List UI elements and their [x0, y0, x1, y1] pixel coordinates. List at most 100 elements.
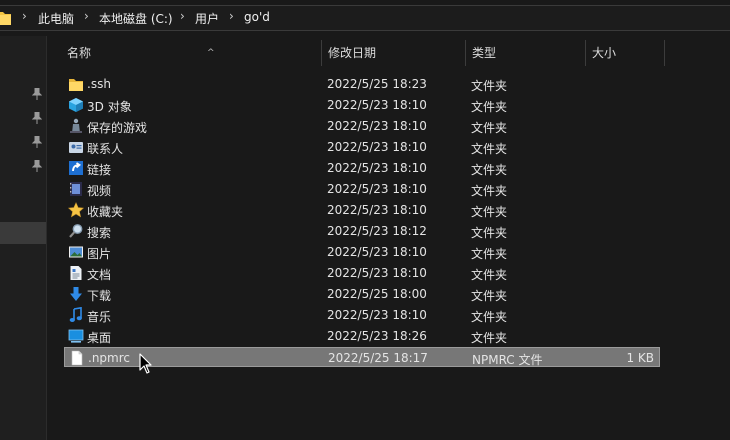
column-divider[interactable]	[321, 40, 322, 66]
pin-icon[interactable]	[32, 160, 42, 172]
desktop-icon	[68, 329, 84, 343]
file-name: 图片	[87, 247, 112, 261]
pictures-icon	[69, 246, 83, 258]
column-size-label: 大小	[592, 46, 617, 60]
file-row[interactable]: 联系人 2022/5/23 18:10 文件夹	[64, 137, 660, 157]
folder-icon	[0, 12, 11, 25]
documents-icon	[70, 266, 82, 280]
file-name: 音乐	[87, 310, 112, 324]
pin-icon[interactable]	[32, 136, 42, 148]
file-type: 文件夹	[471, 79, 508, 93]
breadcrumb-users[interactable]: 用户	[195, 10, 219, 27]
file-name: .ssh	[87, 77, 111, 91]
folder-icon	[69, 79, 83, 91]
file-type: 文件夹	[471, 163, 508, 177]
file-modified-date: 2022/5/23 18:10	[327, 140, 427, 154]
file-type: 文件夹	[471, 289, 508, 303]
file-name: 保存的游戏	[87, 121, 148, 135]
breadcrumb-current-folder[interactable]: go'd	[244, 10, 270, 24]
file-row[interactable]: 链接 2022/5/23 18:10 文件夹	[64, 158, 660, 178]
file-modified-date: 2022/5/23 18:10	[327, 119, 427, 133]
file-type: 文件夹	[471, 100, 508, 114]
file-name: 链接	[87, 163, 112, 177]
file-type: 文件夹	[471, 268, 508, 282]
3d-objects-icon	[69, 98, 83, 112]
column-header-modified[interactable]: 修改日期	[328, 40, 465, 66]
pin-icon[interactable]	[32, 88, 42, 100]
saved-games-icon	[70, 118, 82, 133]
file-row[interactable]: 图片 2022/5/23 18:10 文件夹	[64, 242, 660, 262]
file-modified-date: 2022/5/25 18:17	[328, 351, 428, 365]
column-modified-label: 修改日期	[328, 46, 377, 60]
breadcrumb-separator: ›	[180, 9, 185, 23]
favorites-icon	[68, 202, 84, 218]
file-type: 文件夹	[471, 121, 508, 135]
file-name: .npmrc	[88, 351, 130, 365]
file-modified-date: 2022/5/23 18:10	[327, 203, 427, 217]
breadcrumb-separator: ›	[84, 9, 89, 23]
file-type: 文件夹	[471, 247, 508, 261]
file-row[interactable]: 文档 2022/5/23 18:10 文件夹	[64, 263, 660, 283]
sort-ascending-icon: ^	[207, 48, 215, 58]
search-icon	[69, 224, 83, 238]
file-name: 下载	[87, 289, 112, 303]
file-modified-date: 2022/5/23 18:12	[327, 224, 427, 238]
column-type-label: 类型	[472, 46, 497, 60]
file-name: 收藏夹	[87, 205, 124, 219]
file-modified-date: 2022/5/23 18:10	[327, 266, 427, 280]
file-row[interactable]: 搜索 2022/5/23 18:12 文件夹	[64, 221, 660, 241]
breadcrumb-separator: ›	[22, 9, 27, 23]
file-type: 文件夹	[471, 205, 508, 219]
address-bar[interactable]: › 此电脑 › 本地磁盘 (C:) › 用户 › go'd	[0, 0, 730, 36]
file-name: 搜索	[87, 226, 112, 240]
file-name: 视频	[87, 184, 112, 198]
downloads-icon	[70, 287, 82, 301]
column-divider[interactable]	[465, 40, 466, 66]
file-type: NPMRC 文件	[472, 353, 543, 367]
file-row[interactable]: 3D 对象 2022/5/23 18:10 文件夹	[64, 95, 660, 115]
navigation-pane[interactable]	[0, 36, 47, 440]
file-row-selected[interactable]: .npmrc 2022/5/25 18:17 NPMRC 文件 1 KB	[64, 347, 660, 367]
file-row[interactable]: .ssh 2022/5/25 18:23 文件夹	[64, 74, 660, 94]
breadcrumb-separator: ›	[229, 9, 234, 23]
file-row[interactable]: 桌面 2022/5/23 18:26 文件夹	[64, 326, 660, 346]
music-icon	[69, 307, 82, 322]
file-name: 桌面	[87, 331, 112, 345]
file-size: 1 KB	[626, 351, 654, 365]
file-modified-date: 2022/5/23 18:10	[327, 98, 427, 112]
file-type: 文件夹	[471, 184, 508, 198]
file-modified-date: 2022/5/23 18:10	[327, 245, 427, 259]
file-row[interactable]: 视频 2022/5/23 18:10 文件夹	[64, 179, 660, 199]
breadcrumb-local-disk[interactable]: 本地磁盘 (C:)	[99, 10, 173, 27]
column-header-name[interactable]: ^ 名称	[67, 40, 321, 66]
breadcrumb-this-pc[interactable]: 此电脑	[38, 10, 74, 27]
file-row[interactable]: 保存的游戏 2022/5/23 18:10 文件夹	[64, 116, 660, 136]
file-row[interactable]: 收藏夹 2022/5/23 18:10 文件夹	[64, 200, 660, 220]
contacts-icon	[69, 142, 83, 153]
file-name: 3D 对象	[87, 100, 132, 114]
file-type: 文件夹	[471, 331, 508, 345]
file-type: 文件夹	[471, 142, 508, 156]
file-name: 联系人	[87, 142, 124, 156]
column-name-label: 名称	[67, 46, 92, 60]
file-row[interactable]: 下载 2022/5/25 18:00 文件夹	[64, 284, 660, 304]
file-type: 文件夹	[471, 226, 508, 240]
column-divider[interactable]	[585, 40, 586, 66]
file-modified-date: 2022/5/23 18:26	[327, 329, 427, 343]
file-row[interactable]: 音乐 2022/5/23 18:10 文件夹	[64, 305, 660, 325]
column-divider[interactable]	[664, 40, 665, 66]
mouse-cursor-icon	[139, 353, 152, 374]
file-type: 文件夹	[471, 310, 508, 324]
file-modified-date: 2022/5/23 18:10	[327, 161, 427, 175]
file-list-pane[interactable]: ^ 名称 修改日期 类型 大小 .ssh 2022/5/25 18:23 文件夹 3D…	[47, 36, 730, 440]
file-icon	[71, 350, 83, 366]
nav-selected-item[interactable]	[0, 222, 46, 244]
column-header-size[interactable]: 大小	[592, 40, 664, 66]
file-modified-date: 2022/5/25 18:23	[327, 77, 427, 91]
file-name: 文档	[87, 268, 112, 282]
pin-icon[interactable]	[32, 112, 42, 124]
column-header-type[interactable]: 类型	[472, 40, 585, 66]
videos-icon	[70, 182, 82, 196]
file-modified-date: 2022/5/23 18:10	[327, 182, 427, 196]
file-modified-date: 2022/5/23 18:10	[327, 308, 427, 322]
